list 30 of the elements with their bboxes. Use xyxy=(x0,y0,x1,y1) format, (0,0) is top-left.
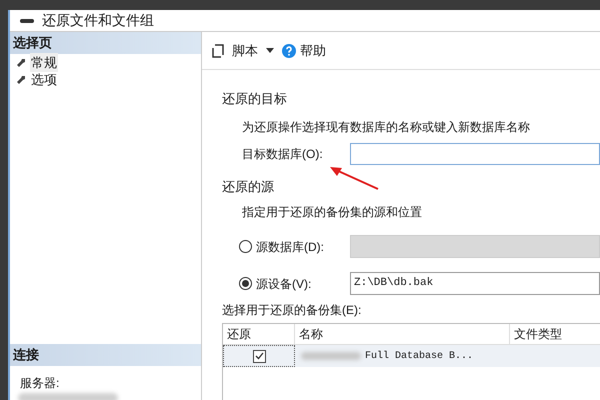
source-description: 指定用于还原的备份集的源和位置 xyxy=(241,204,423,221)
script-icon xyxy=(212,44,224,58)
connection-header: 连接 xyxy=(10,344,201,366)
window-title: 还原文件和文件组 xyxy=(42,11,154,30)
radio-label: 源设备(V): xyxy=(256,276,312,292)
blurred-text xyxy=(301,352,361,360)
sidebar-item[interactable]: 选项 xyxy=(30,70,58,90)
column-header[interactable]: 还原 xyxy=(223,324,295,344)
source-field[interactable]: Z:\DB\db.bak xyxy=(350,272,600,295)
help-icon xyxy=(282,44,296,58)
sidebar-header: 选择页 xyxy=(10,32,201,54)
destination-description: 为还原操作选择现有数据库的名称或键入新数据库名称 xyxy=(241,118,531,136)
target-database-label: 目标数据库(O): xyxy=(242,146,324,162)
server-label: 服务器: xyxy=(19,375,60,392)
section-heading: 还原的源 xyxy=(222,178,274,196)
table-cell-text: Full Database B... xyxy=(365,350,474,364)
sidebar-item[interactable]: 常规 xyxy=(30,52,58,72)
script-button[interactable]: 脚本 xyxy=(232,40,258,60)
window-icon xyxy=(20,18,34,22)
caret-icon[interactable] xyxy=(266,48,274,53)
backup-sets-label: 选择用于还原的备份集(E): xyxy=(222,302,362,319)
radio-label: 源数据库(D): xyxy=(256,238,325,256)
radio-button[interactable] xyxy=(239,277,252,290)
column-header[interactable]: 名称 xyxy=(295,324,510,344)
section-heading: 还原的目标 xyxy=(222,90,287,108)
column-header[interactable]: 文件类型 xyxy=(510,324,600,344)
annotation-arrow xyxy=(328,165,380,191)
help-button[interactable]: 帮助 xyxy=(300,40,326,60)
target-database-field[interactable] xyxy=(350,142,600,164)
checkbox[interactable] xyxy=(252,350,266,362)
